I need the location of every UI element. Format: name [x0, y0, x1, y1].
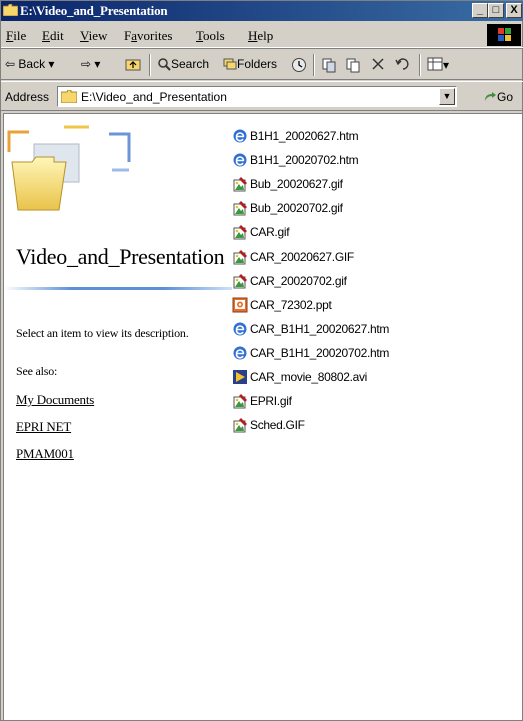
menu-favorites[interactable]: Favorites: [124, 28, 172, 44]
file-item[interactable]: CAR_20020702.gif: [232, 271, 442, 293]
gif-image-icon: [232, 176, 248, 192]
file-name: CAR_B1H1_20020702.htm: [250, 345, 390, 360]
ie-htm-icon: [232, 152, 248, 168]
gif-image-icon: [232, 249, 248, 265]
file-name: Sched.GIF: [250, 418, 305, 433]
gif-image-icon: [232, 417, 248, 433]
delete-icon[interactable]: [371, 57, 385, 74]
file-name: CAR.gif: [250, 225, 290, 240]
file-item[interactable]: CAR_20020627.GIF: [232, 247, 442, 269]
file-item[interactable]: CAR_B1H1_20020627.htm: [232, 319, 442, 341]
address-dropdown-button[interactable]: ▼: [439, 88, 455, 105]
avi-video-icon: [232, 369, 248, 385]
file-name: B1H1_20020627.htm: [250, 129, 359, 143]
powerpoint-icon: [232, 297, 248, 313]
forward-button[interactable]: ⇨ ▾: [81, 57, 100, 71]
menu-bar: File Edit View Favorites Tools Help: [1, 22, 523, 48]
folder-banner-icon: [7, 125, 131, 211]
file-name: B1H1_20020702.htm: [250, 153, 359, 168]
toolbar: ⇦ Back ▾ ⇨ ▾ Search Folders ▾: [1, 50, 523, 80]
address-field[interactable]: E:\Video_and_Presentation ▼: [57, 86, 457, 107]
explorer-window: E:\Video_and_Presentation _ □ X File Edi…: [0, 0, 523, 721]
gif-image-icon: [232, 200, 248, 216]
folder-heading: Video_and_Presentation: [16, 244, 225, 269]
move-to-icon[interactable]: [321, 57, 337, 76]
back-button[interactable]: ⇦ Back ▾: [5, 57, 54, 71]
search-button[interactable]: Search: [157, 57, 209, 71]
file-name: CAR_movie_80802.avi: [250, 370, 368, 384]
search-icon: [158, 58, 171, 71]
file-item[interactable]: Bub_20020627.gif: [232, 174, 442, 196]
gif-image-icon: [232, 393, 248, 409]
menu-view[interactable]: View: [80, 28, 107, 44]
web-view-panel: Video_and_Presentation Select an item to…: [4, 114, 234, 714]
address-value: E:\Video_and_Presentation: [81, 90, 227, 104]
file-item[interactable]: CAR_B1H1_20020702.htm: [232, 343, 442, 365]
file-name: CAR_72302.ppt: [250, 297, 332, 312]
link-pmam001[interactable]: PMAM001: [16, 446, 74, 462]
address-label: Address: [5, 90, 50, 104]
gif-image-icon: [232, 273, 248, 289]
file-item[interactable]: CAR_72302.ppt: [232, 295, 442, 317]
file-name: EPRI.gif: [250, 394, 292, 409]
gif-image-icon: [232, 224, 248, 240]
title-bar[interactable]: E:\Video_and_Presentation _ □ X: [1, 1, 523, 21]
file-item[interactable]: B1H1_20020702.htm: [232, 150, 442, 172]
file-name: Bub_20020627.gif: [250, 177, 343, 192]
file-item[interactable]: B1H1_20020627.htm: [232, 126, 442, 148]
file-item[interactable]: Bub_20020702.gif: [232, 198, 442, 220]
history-icon[interactable]: [291, 57, 307, 76]
minimize-button[interactable]: _: [472, 3, 488, 18]
file-name: Bub_20020702.gif: [250, 201, 343, 216]
link-my-documents[interactable]: My Documents: [16, 392, 94, 408]
menu-edit[interactable]: Edit: [42, 28, 64, 44]
toolbar-separator: [313, 54, 315, 76]
menu-help[interactable]: Help: [248, 28, 273, 44]
close-button[interactable]: X: [506, 3, 522, 18]
see-also-label: See also:: [16, 364, 58, 378]
file-name: CAR_B1H1_20020627.htm: [250, 321, 390, 336]
description-text: Select an item to view its description.: [16, 326, 189, 340]
toolbar-separator: [419, 54, 421, 76]
views-button[interactable]: ▾: [427, 57, 449, 72]
views-icon: [427, 57, 443, 71]
folder-icon: [61, 90, 77, 103]
ie-htm-icon: [232, 128, 248, 144]
file-item[interactable]: CAR.gif: [232, 222, 442, 244]
folder-icon: [3, 4, 18, 16]
file-item[interactable]: EPRI.gif: [232, 391, 442, 413]
folder-view: Video_and_Presentation Select an item to…: [3, 113, 522, 720]
menu-tools[interactable]: Tools: [196, 28, 225, 44]
file-name: CAR_20020627.GIF: [250, 249, 354, 264]
window-title: E:\Video_and_Presentation: [20, 3, 168, 18]
windows-logo-icon: [487, 24, 521, 46]
file-item[interactable]: Sched.GIF: [232, 415, 442, 437]
link-epri-net[interactable]: EPRI NET: [16, 419, 71, 435]
undo-icon[interactable]: [395, 57, 411, 74]
toolbar-separator: [149, 54, 151, 76]
folders-button[interactable]: Folders: [223, 57, 277, 71]
ie-htm-icon: [232, 321, 248, 337]
copy-to-icon[interactable]: [345, 57, 361, 76]
folders-icon: [223, 58, 237, 70]
go-button[interactable]: Go: [483, 90, 513, 104]
file-name: CAR_20020702.gif: [250, 273, 347, 288]
heading-divider: [4, 287, 232, 290]
up-folder-icon[interactable]: [125, 57, 141, 74]
file-item[interactable]: CAR_movie_80802.avi: [232, 367, 442, 389]
address-bar: Address E:\Video_and_Presentation ▼ Go: [1, 81, 523, 111]
menu-file[interactable]: File: [6, 28, 26, 44]
ie-htm-icon: [232, 345, 248, 361]
go-arrow-icon: [485, 92, 496, 101]
maximize-button[interactable]: □: [488, 3, 504, 18]
